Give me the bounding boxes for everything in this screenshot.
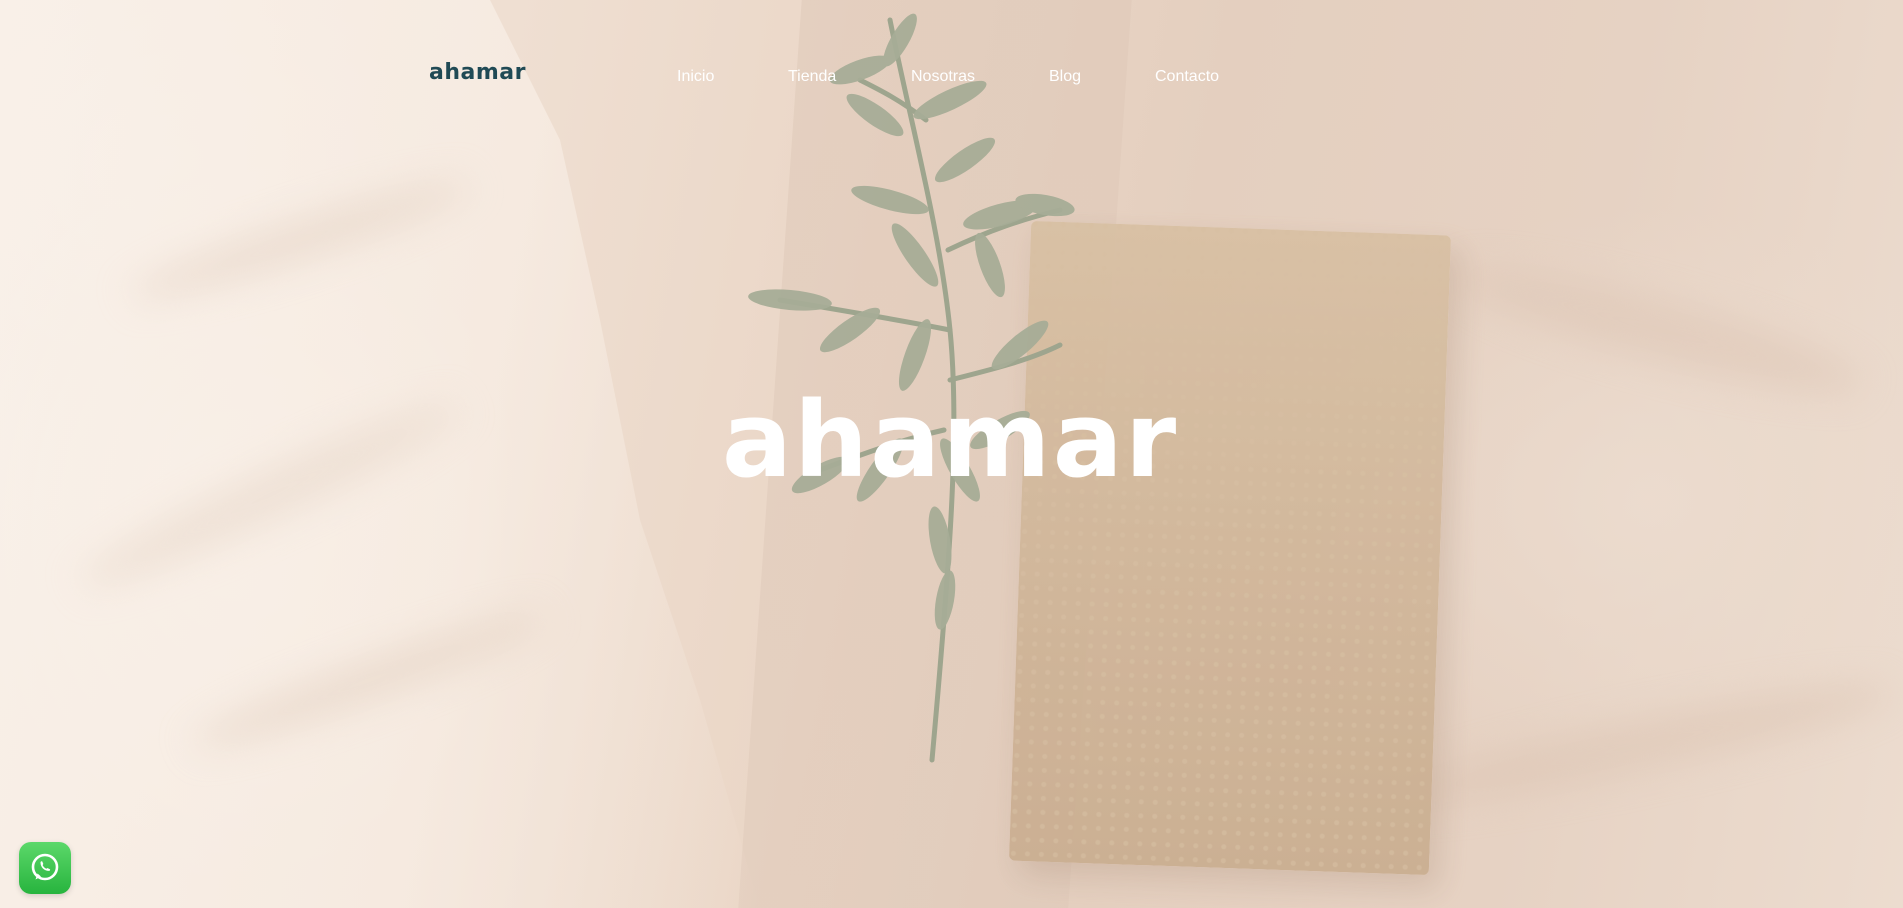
whatsapp-icon	[31, 853, 59, 881]
nav-item-inicio[interactable]: Inicio	[677, 68, 714, 86]
nav-item-contacto[interactable]: Contacto	[1155, 68, 1219, 86]
nav-item-tienda[interactable]: Tienda	[788, 68, 836, 86]
site-header: ahamar Inicio Tienda Nosotras Blog Conta…	[0, 0, 1903, 160]
page: ahamar Inicio Tienda Nosotras Blog Conta…	[0, 0, 1903, 908]
whatsapp-button[interactable]	[19, 842, 71, 894]
site-logo[interactable]: ahamar	[429, 62, 526, 84]
nav-item-nosotras[interactable]: Nosotras	[911, 68, 975, 86]
cloth-fold	[1380, 666, 1900, 824]
nav-item-blog[interactable]: Blog	[1049, 68, 1081, 86]
cloth-fold	[1449, 246, 1871, 414]
hero-logo: ahamar	[721, 379, 1179, 501]
